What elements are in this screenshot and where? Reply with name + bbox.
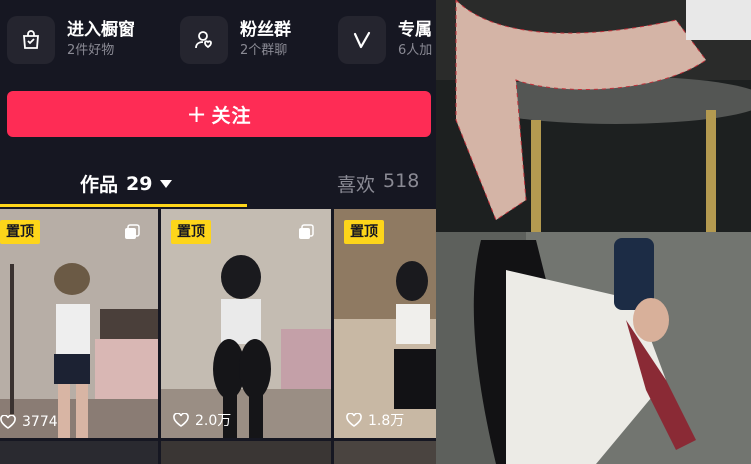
collage-photos xyxy=(436,0,751,464)
shortcut-subtitle: 6人加 xyxy=(398,43,433,58)
like-count: 1.8万 xyxy=(346,410,404,430)
caret-down-icon xyxy=(160,179,173,188)
video-tile-partial[interactable] xyxy=(0,441,158,464)
content-tabs: 作品 29 喜欢 518 xyxy=(0,160,436,208)
heart-icon xyxy=(346,413,362,427)
tab-works-count: 29 xyxy=(126,172,153,195)
video-tile[interactable]: 置顶 3774 xyxy=(0,209,158,438)
photo-collage xyxy=(436,0,751,464)
like-count: 2.0万 xyxy=(173,410,231,430)
tab-likes-label: 喜欢 xyxy=(337,174,376,196)
v-icon xyxy=(338,16,386,64)
like-count-value: 1.8万 xyxy=(368,413,405,429)
like-count-value: 2.0万 xyxy=(195,413,232,429)
multi-image-icon xyxy=(299,224,314,239)
shopping-bag-icon xyxy=(7,16,55,64)
video-grid: 置顶 3774 置顶 2.0万 置顶 1.8万 xyxy=(0,209,436,464)
heart-icon xyxy=(0,415,16,429)
video-tile[interactable]: 置顶 2.0万 xyxy=(161,209,331,438)
tab-works[interactable]: 作品 29 xyxy=(80,170,173,197)
video-tile-partial[interactable] xyxy=(161,441,331,464)
shortcut-exclusive[interactable]: 专属 6人加 xyxy=(338,10,432,70)
shortcut-title: 进入橱窗 xyxy=(67,20,135,40)
tab-indicator xyxy=(0,204,247,207)
pinned-badge: 置顶 xyxy=(344,220,384,244)
tab-likes[interactable]: 喜欢 518 xyxy=(337,170,419,197)
like-count: 3774 xyxy=(0,414,58,430)
follow-button[interactable]: + 关注 xyxy=(7,91,431,137)
tab-likes-count: 518 xyxy=(383,170,420,192)
shortcut-subtitle: 2个群聊 xyxy=(240,43,288,58)
pinned-badge: 置顶 xyxy=(0,220,40,244)
shortcut-title: 粉丝群 xyxy=(240,20,291,40)
shortcut-row: 进入橱窗 2件好物 粉丝群 2个群聊 专属 6人加 xyxy=(0,10,436,70)
shortcut-title: 专属 xyxy=(398,20,432,40)
shortcut-subtitle: 2件好物 xyxy=(67,43,115,58)
tab-works-label: 作品 xyxy=(80,174,119,196)
video-tile-partial[interactable] xyxy=(334,441,436,464)
multi-image-icon xyxy=(125,224,140,239)
profile-panel: 进入橱窗 2件好物 粉丝群 2个群聊 专属 6人加 + 关注 作品 29 喜欢 … xyxy=(0,0,436,464)
video-tile[interactable]: 置顶 1.8万 xyxy=(334,209,436,438)
follow-label: 关注 xyxy=(211,104,252,127)
shortcut-storefront[interactable]: 进入橱窗 2件好物 xyxy=(7,10,135,70)
heart-icon xyxy=(173,413,189,427)
pinned-badge: 置顶 xyxy=(171,220,211,244)
shortcut-fan-group[interactable]: 粉丝群 2个群聊 xyxy=(180,10,291,70)
like-count-value: 3774 xyxy=(22,414,58,430)
plus-icon: + xyxy=(186,100,208,128)
fan-group-icon xyxy=(180,16,228,64)
